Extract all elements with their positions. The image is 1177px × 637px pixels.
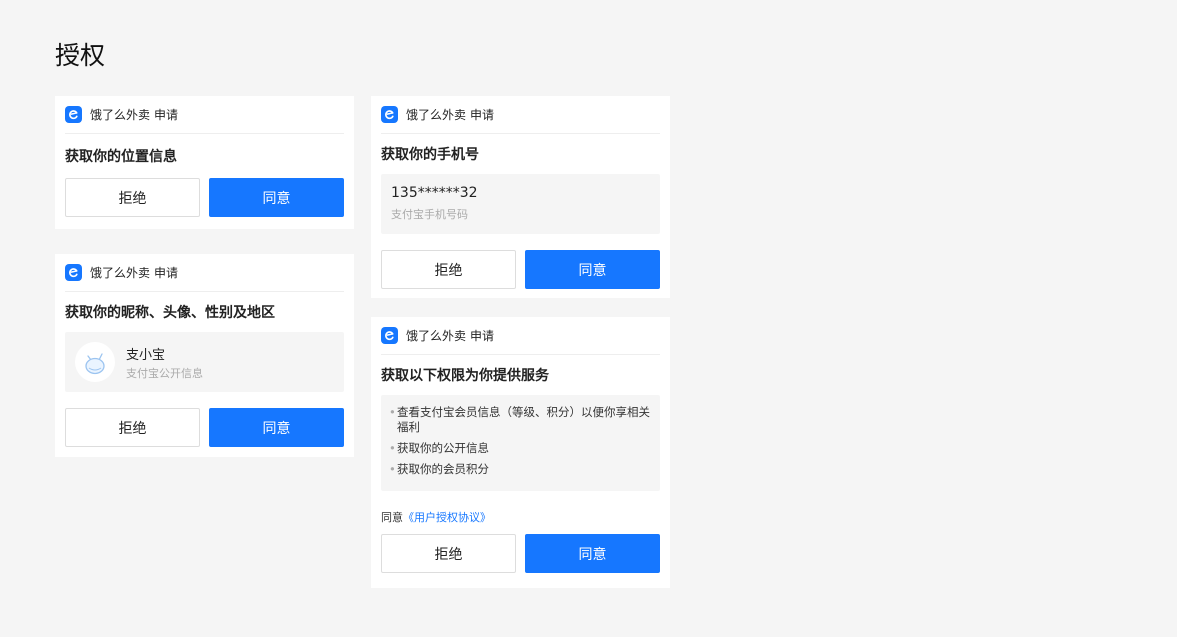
agreement-line: 同意《用户授权协议》 [381, 509, 660, 524]
card-title: 获取你的昵称、头像、性别及地区 [65, 305, 275, 321]
reject-button[interactable]: 拒绝 [65, 408, 200, 447]
agree-button[interactable]: 同意 [525, 534, 660, 573]
permission-text: 查看支付宝会员信息（等级、积分）以便你享相关福利 [397, 405, 650, 434]
mascot-avatar-icon [75, 342, 115, 382]
button-row: 拒绝 同意 [381, 250, 660, 289]
profile-nickname: 支小宝 [126, 347, 166, 363]
e-logo-icon [381, 327, 398, 344]
permission-item: • 查看支付宝会员信息（等级、积分）以便你享相关福利 [389, 405, 650, 435]
apply-label: 申请 [154, 266, 179, 280]
card-title: 获取你的位置信息 [65, 149, 177, 165]
button-row: 拒绝 同意 [381, 534, 660, 573]
phone-number: 135******32 [391, 185, 478, 201]
phone-subtitle: 支付宝手机号码 [391, 208, 468, 221]
agree-prefix: 同意 [381, 511, 403, 524]
permissions-list: • 查看支付宝会员信息（等级、积分）以便你享相关福利 • 获取你的公开信息 • … [381, 395, 660, 491]
e-logo-icon [65, 264, 82, 281]
reject-button[interactable]: 拒绝 [65, 178, 200, 217]
bullet-icon: • [389, 441, 396, 455]
permission-item: • 获取你的公开信息 [389, 441, 650, 456]
profile-info-box: 支小宝 支付宝公开信息 [65, 332, 344, 392]
card-header: 饿了么外卖 申请 [381, 317, 660, 355]
phone-info-box: 135******32 支付宝手机号码 [381, 174, 660, 234]
location-auth-card: 饿了么外卖 申请 获取你的位置信息 拒绝 同意 [55, 96, 354, 229]
app-name: 饿了么外卖 [406, 108, 467, 122]
apply-label: 申请 [154, 108, 179, 122]
permissions-auth-card: 饿了么外卖 申请 获取以下权限为你提供服务 • 查看支付宝会员信息（等级、积分）… [371, 317, 670, 588]
permission-text: 获取你的公开信息 [397, 441, 489, 455]
reject-button[interactable]: 拒绝 [381, 250, 516, 289]
profile-subtitle: 支付宝公开信息 [126, 366, 203, 380]
user-agreement-link[interactable]: 《用户授权协议》 [403, 511, 491, 524]
e-logo-icon [65, 106, 82, 123]
e-logo-icon [381, 106, 398, 123]
page-title: 授权 [55, 41, 106, 70]
permission-item: • 获取你的会员积分 [389, 462, 650, 477]
phone-auth-card: 饿了么外卖 申请 获取你的手机号 135******32 支付宝手机号码 拒绝 … [371, 96, 670, 298]
app-name: 饿了么外卖 [90, 266, 151, 280]
apply-label: 申请 [470, 329, 495, 343]
agree-button[interactable]: 同意 [209, 408, 344, 447]
apply-label: 申请 [470, 108, 495, 122]
reject-button[interactable]: 拒绝 [381, 534, 516, 573]
permission-text: 获取你的会员积分 [397, 462, 489, 476]
profile-text: 支小宝 支付宝公开信息 [126, 344, 203, 381]
agree-button[interactable]: 同意 [525, 250, 660, 289]
card-title: 获取你的手机号 [381, 147, 479, 163]
card-title: 获取以下权限为你提供服务 [381, 368, 549, 384]
bullet-icon: • [389, 405, 396, 419]
card-header: 饿了么外卖 申请 [381, 96, 660, 134]
profile-auth-card: 饿了么外卖 申请 获取你的昵称、头像、性别及地区 支小宝 支付宝公开信息 拒绝 … [55, 254, 354, 457]
app-name: 饿了么外卖 [406, 329, 467, 343]
button-row: 拒绝 同意 [65, 178, 344, 217]
card-header: 饿了么外卖 申请 [65, 254, 344, 292]
bullet-icon: • [389, 462, 396, 476]
card-header: 饿了么外卖 申请 [65, 96, 344, 134]
app-name: 饿了么外卖 [90, 108, 151, 122]
button-row: 拒绝 同意 [65, 408, 344, 447]
agree-button[interactable]: 同意 [209, 178, 344, 217]
